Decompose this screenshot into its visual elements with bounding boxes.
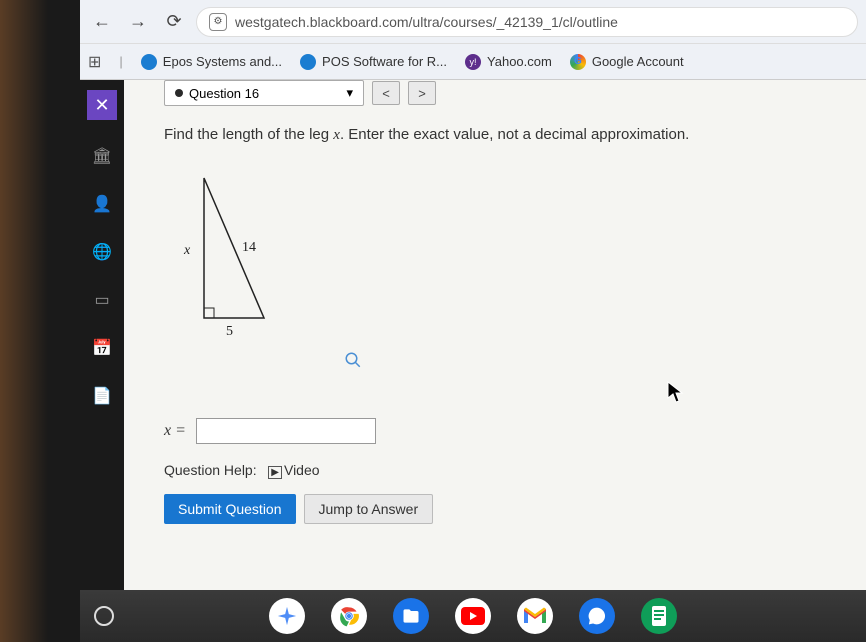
bookmark-label: POS Software for R... — [322, 54, 447, 69]
back-button[interactable]: ← — [88, 8, 116, 36]
activity-icon[interactable]: 🌐 — [90, 240, 114, 264]
jump-to-answer-button[interactable]: Jump to Answer — [304, 494, 434, 524]
reload-button[interactable]: ⟳ — [160, 8, 188, 36]
triangle-diagram: x 14 5 — [164, 168, 364, 348]
google-favicon-icon: G — [570, 54, 586, 70]
triangle-left-leg-label: x — [184, 243, 190, 259]
mouse-cursor-icon — [666, 380, 686, 410]
answer-input[interactable] — [196, 418, 376, 444]
bookmark-favicon-icon — [141, 54, 157, 70]
problem-text-after: . Enter the exact value, not a decimal a… — [340, 126, 689, 143]
bookmark-item[interactable]: G Google Account — [570, 54, 684, 70]
bookmark-item[interactable]: POS Software for R... — [300, 54, 447, 70]
bookmark-item[interactable]: Epos Systems and... — [141, 54, 282, 70]
problem-statement: Find the length of the leg x. Enter the … — [164, 126, 846, 144]
triangle-shape — [164, 168, 364, 348]
bookmark-label: Yahoo.com — [487, 54, 552, 69]
apps-icon[interactable]: ⊞ — [88, 52, 101, 72]
youtube-app-icon[interactable] — [455, 598, 491, 634]
question-content: Question 16 ▾ < > Find the length of the… — [124, 80, 866, 590]
question-label: Question 16 — [189, 86, 259, 101]
bookmarks-bar: ⊞ | Epos Systems and... POS Software for… — [80, 44, 866, 80]
gmail-app-icon[interactable] — [517, 598, 553, 634]
question-help-row: Question Help: ▶Video — [164, 462, 846, 478]
answer-row: x = — [164, 418, 846, 444]
submit-question-button[interactable]: Submit Question — [164, 494, 296, 524]
problem-text-before: Find the length of the leg — [164, 126, 333, 143]
main-area: ✕ 🏛 👤 🌐 ▭ 📅 📄 Question 16 ▾ < > Find the… — [80, 80, 866, 590]
forward-button[interactable]: → — [124, 8, 152, 36]
bookmark-label: Epos Systems and... — [163, 54, 282, 69]
courses-icon[interactable]: ▭ — [90, 288, 114, 312]
bookmark-label: Google Account — [592, 54, 684, 69]
grades-icon[interactable]: 📄 — [90, 384, 114, 408]
video-label: Video — [284, 462, 320, 478]
left-rail: ✕ 🏛 👤 🌐 ▭ 📅 📄 — [80, 80, 124, 590]
triangle-base-label: 5 — [226, 324, 233, 340]
video-help-link[interactable]: ▶Video — [268, 462, 319, 478]
profile-icon[interactable]: 👤 — [90, 192, 114, 216]
docs-app-icon[interactable] — [641, 598, 677, 634]
bookmark-favicon-icon — [300, 54, 316, 70]
zoom-icon[interactable] — [344, 351, 362, 374]
chrome-app-icon[interactable] — [331, 598, 367, 634]
browser-toolbar: ← → ⟳ ⚙ westgatech.blackboard.com/ultra/… — [80, 0, 866, 44]
chevron-down-icon: ▾ — [346, 85, 353, 101]
separator: | — [119, 54, 122, 69]
next-question-button[interactable]: > — [408, 81, 436, 105]
question-selector[interactable]: Question 16 ▾ — [164, 80, 364, 106]
os-shelf — [80, 590, 866, 642]
url-text: westgatech.blackboard.com/ultra/courses/… — [235, 14, 618, 30]
bookmark-item[interactable]: y! Yahoo.com — [465, 54, 552, 70]
site-settings-icon[interactable]: ⚙ — [209, 13, 227, 31]
gemini-app-icon[interactable] — [269, 598, 305, 634]
question-nav: Question 16 ▾ < > — [164, 80, 846, 106]
triangle-hypotenuse-label: 14 — [242, 240, 256, 256]
address-bar[interactable]: ⚙ westgatech.blackboard.com/ultra/course… — [196, 7, 858, 37]
close-panel-button[interactable]: ✕ — [87, 90, 117, 120]
video-icon: ▶ — [268, 466, 282, 479]
answer-label: x = — [164, 422, 186, 440]
launcher-button[interactable] — [94, 606, 114, 626]
yahoo-favicon-icon: y! — [465, 54, 481, 70]
prev-question-button[interactable]: < — [372, 81, 400, 105]
institution-icon[interactable]: 🏛 — [90, 144, 114, 168]
problem-variable: x — [333, 127, 340, 143]
status-dot-icon — [175, 89, 183, 97]
button-row: Submit Question Jump to Answer — [164, 494, 846, 524]
chat-app-icon[interactable] — [579, 598, 615, 634]
help-label: Question Help: — [164, 462, 257, 478]
device-bezel — [0, 0, 80, 642]
calendar-icon[interactable]: 📅 — [90, 336, 114, 360]
files-app-icon[interactable] — [393, 598, 429, 634]
